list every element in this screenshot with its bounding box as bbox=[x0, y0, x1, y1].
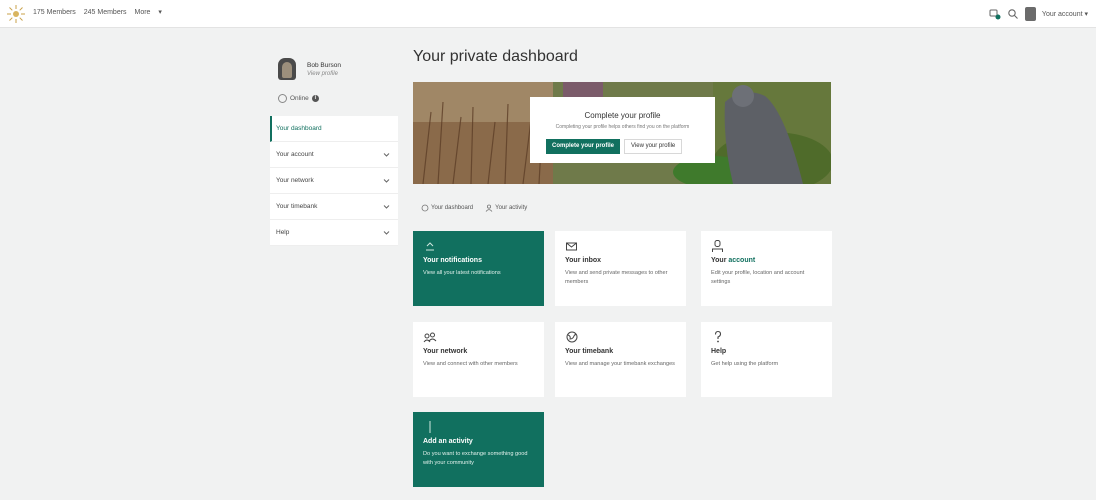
tile-help[interactable]: Help Get help using the platform bbox=[701, 322, 832, 397]
cta-buttons: Complete your profile View your profile bbox=[546, 139, 683, 154]
logo-icon[interactable] bbox=[6, 4, 26, 24]
chevron-down-icon bbox=[383, 205, 390, 209]
tile-title: Add an activity bbox=[423, 438, 473, 445]
sidebar-item-dashboard[interactable]: Your dashboard bbox=[270, 116, 398, 142]
profile-avatar[interactable] bbox=[278, 58, 296, 80]
tile-notifications[interactable]: Your notifications View all your latest … bbox=[413, 231, 544, 306]
top-right: Your account ▾ bbox=[989, 5, 1088, 23]
tile-title: Your network bbox=[423, 348, 468, 355]
tile-add-activity[interactable]: Add an activity Do you want to exchange … bbox=[413, 412, 544, 487]
tile-title: Your account bbox=[711, 257, 822, 264]
status-label: Online bbox=[290, 95, 309, 102]
profile-name[interactable]: Bob Burson bbox=[307, 62, 341, 69]
tile-title: Your notifications bbox=[423, 257, 482, 264]
tile-inbox[interactable]: Your inbox View and send private message… bbox=[555, 231, 686, 306]
tile-title: Your timebank bbox=[565, 348, 614, 355]
sidebar-item-label: Your dashboard bbox=[276, 125, 322, 132]
cta-title: Complete your profile bbox=[584, 111, 661, 120]
bell-icon bbox=[426, 242, 434, 251]
chevron-down-icon bbox=[383, 231, 390, 235]
tile-desc: Get help using the platform bbox=[711, 361, 779, 367]
chip-label: Your activity bbox=[495, 205, 528, 211]
account-avatar[interactable] bbox=[1024, 7, 1036, 21]
tile-desc: View and send private messages to other … bbox=[565, 270, 668, 285]
chevron-down-icon bbox=[383, 179, 390, 183]
sidebar: Bob Burson View profile Online i Your da… bbox=[270, 44, 398, 246]
user-icon bbox=[712, 240, 723, 252]
profile-link[interactable]: View profile bbox=[307, 71, 338, 77]
tile-desc: View and connect with other members bbox=[423, 361, 518, 367]
tile-timebank[interactable]: Your timebank View and manage your timeb… bbox=[555, 322, 686, 397]
sidebar-item-label: Your network bbox=[276, 177, 314, 184]
person-icon bbox=[485, 204, 493, 212]
sidebar-item-help[interactable]: Help bbox=[270, 220, 398, 246]
dashboard-links: Your dashboard Your activity bbox=[421, 204, 527, 212]
top-bar: 175 Members 245 Members More ▾ Your acco… bbox=[0, 0, 1096, 28]
chevron-down-icon bbox=[383, 153, 390, 157]
sidebar-item-label: Your account bbox=[276, 151, 314, 158]
tile-desc: Edit your profile, location and account … bbox=[711, 270, 805, 285]
sidebar-item-account[interactable]: Your account bbox=[270, 142, 398, 168]
view-profile-button[interactable]: View your profile bbox=[624, 139, 683, 154]
top-stats: 175 Members 245 Members More ▾ bbox=[33, 8, 168, 16]
complete-profile-button[interactable]: Complete your profile bbox=[546, 139, 621, 154]
tile-desc: View and manage your timebank exchanges bbox=[565, 361, 675, 367]
profile-card[interactable]: Bob Burson View profile bbox=[270, 50, 398, 80]
info-icon[interactable]: i bbox=[311, 95, 319, 102]
link-activity[interactable]: Your activity bbox=[485, 204, 527, 212]
stat-members-2[interactable]: 245 Members bbox=[84, 9, 127, 16]
sidebar-item-network[interactable]: Your network bbox=[270, 168, 398, 194]
tile-title: Help bbox=[711, 348, 727, 355]
question-icon bbox=[714, 330, 722, 343]
envelope-icon bbox=[566, 242, 577, 251]
tile-account[interactable]: Your account Edit your profile, location… bbox=[701, 231, 832, 306]
account-menu[interactable]: Your account ▾ bbox=[1042, 10, 1088, 18]
clock-icon bbox=[421, 204, 429, 212]
more-menu[interactable]: More ▾ bbox=[135, 9, 162, 16]
messages-icon[interactable] bbox=[989, 8, 1001, 20]
network-icon bbox=[423, 332, 437, 343]
tile-desc: Do you want to exchange something good w… bbox=[423, 451, 528, 466]
tile-network[interactable]: Your network View and connect with other… bbox=[413, 322, 544, 397]
stat-members[interactable]: 175 Members bbox=[33, 9, 76, 16]
complete-profile-card: Complete your profile Completing your pr… bbox=[530, 97, 715, 163]
cta-subtitle: Completing your profile helps others fin… bbox=[555, 124, 690, 130]
hero-banner: Complete your profile Completing your pr… bbox=[413, 82, 831, 184]
chip-label: Your dashboard bbox=[431, 205, 474, 211]
search-icon[interactable] bbox=[1007, 8, 1019, 20]
sidebar-item-timebank[interactable]: Your timebank bbox=[270, 194, 398, 220]
globe-icon bbox=[566, 331, 578, 343]
tile-title: Your inbox bbox=[565, 257, 602, 264]
online-status[interactable]: Online i bbox=[278, 94, 319, 103]
page-title: Your private dashboard bbox=[413, 48, 578, 65]
sidebar-item-label: Help bbox=[276, 229, 290, 236]
link-dashboard[interactable]: Your dashboard bbox=[421, 204, 473, 212]
sidebar-item-label: Your timebank bbox=[276, 203, 318, 210]
status-ring-icon bbox=[278, 94, 287, 103]
tile-desc: View all your latest notifications bbox=[423, 270, 501, 276]
sidebar-nav: Your dashboard Your account Your network… bbox=[270, 116, 398, 246]
tile-title-accent: account bbox=[728, 257, 756, 264]
plus-icon bbox=[429, 421, 431, 433]
tile-title-prefix: Your bbox=[711, 257, 729, 264]
